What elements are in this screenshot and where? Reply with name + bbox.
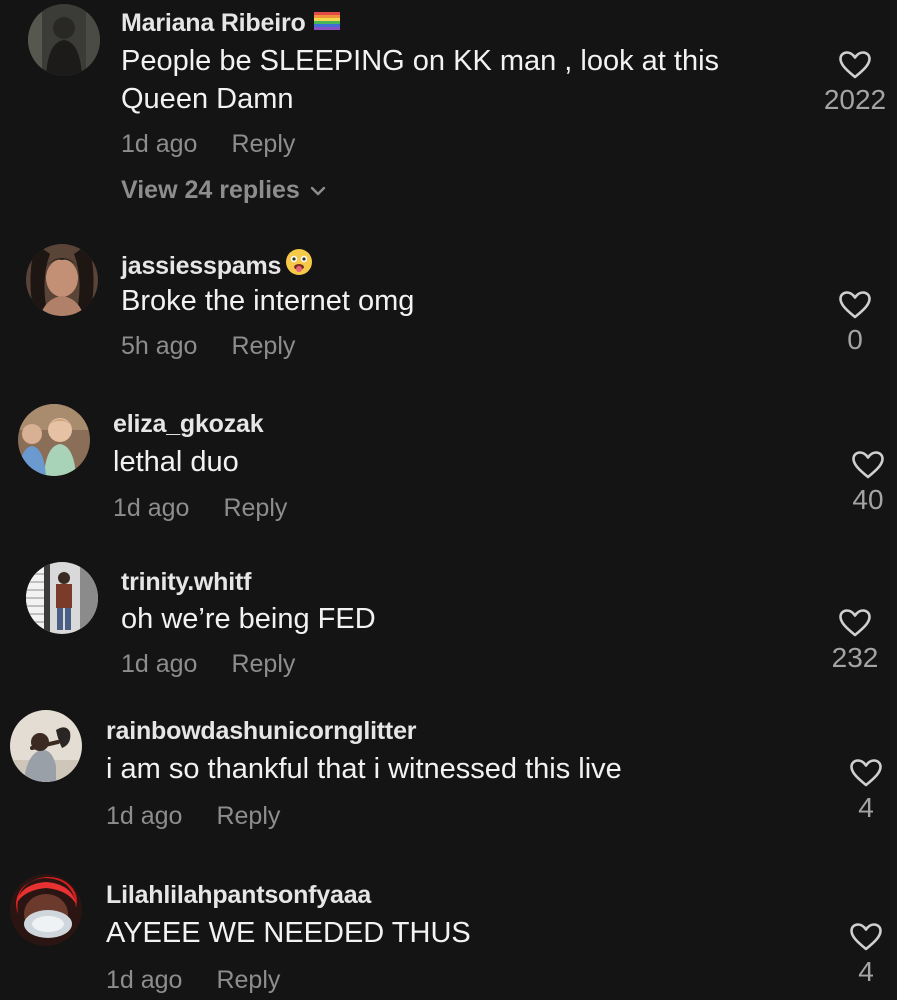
avatar[interactable] bbox=[10, 874, 82, 946]
avatar[interactable] bbox=[26, 244, 98, 316]
username-label[interactable]: trinity.whitf bbox=[121, 568, 251, 596]
comment-item: Mariana Ribeiro People be SLEEPING on KK… bbox=[0, 0, 897, 230]
like-control: 4 bbox=[821, 922, 897, 988]
avatar[interactable] bbox=[10, 710, 82, 782]
timestamp: 1d ago bbox=[106, 802, 183, 830]
comment-item: jassiesspams Broke the internet omg 5h a… bbox=[0, 240, 897, 370]
reply-button[interactable]: Reply bbox=[216, 966, 280, 994]
reply-button[interactable]: Reply bbox=[223, 494, 287, 522]
avatar[interactable] bbox=[18, 404, 90, 476]
like-count: 2022 bbox=[823, 84, 887, 115]
comment-item: eliza_gkozak lethal duo 1d ago Reply 40 bbox=[0, 400, 897, 530]
tongue-out-emoji-icon bbox=[285, 248, 313, 283]
comment-text-line: People be SLEEPING on KK man , look at t… bbox=[121, 45, 720, 77]
reply-button[interactable]: Reply bbox=[231, 332, 295, 360]
timestamp: 1d ago bbox=[113, 494, 190, 522]
username-label[interactable]: Lilahlilahpantsonfyaaa bbox=[106, 881, 371, 909]
like-control: 232 bbox=[810, 608, 897, 674]
comment-meta: 1d ago Reply bbox=[121, 130, 295, 159]
username[interactable]: eliza_gkozak bbox=[113, 410, 264, 439]
comment-item: rainbowdashunicornglitter i am so thankf… bbox=[0, 708, 897, 838]
heart-icon[interactable] bbox=[849, 922, 883, 952]
username-label[interactable]: Mariana Ribeiro bbox=[121, 9, 306, 37]
timestamp: 5h ago bbox=[121, 332, 198, 360]
comment-meta: 1d ago Reply bbox=[106, 802, 280, 831]
like-count: 40 bbox=[852, 484, 884, 515]
username-label[interactable]: rainbowdashunicornglitter bbox=[106, 717, 416, 745]
username[interactable]: Lilahlilahpantsonfyaaa bbox=[106, 881, 371, 910]
like-count: 4 bbox=[858, 792, 874, 823]
timestamp: 1d ago bbox=[121, 130, 198, 158]
heart-icon[interactable] bbox=[838, 608, 872, 638]
like-control: 0 bbox=[810, 290, 897, 356]
comment-text-line: oh we’re being FED bbox=[121, 603, 376, 635]
username[interactable]: jassiesspams bbox=[121, 248, 313, 285]
heart-icon[interactable] bbox=[838, 290, 872, 320]
heart-icon[interactable] bbox=[851, 450, 885, 480]
timestamp: 1d ago bbox=[106, 966, 183, 994]
view-replies-button[interactable]: View 24 replies bbox=[121, 176, 326, 205]
chevron-down-icon bbox=[310, 187, 326, 196]
like-count: 4 bbox=[858, 956, 874, 987]
comment-item: trinity.whitf oh we’re being FED 1d ago R… bbox=[0, 558, 897, 688]
comment-text: oh we’re being FED bbox=[121, 600, 376, 638]
comment-meta: 5h ago Reply bbox=[121, 332, 295, 361]
avatar[interactable] bbox=[26, 562, 98, 634]
reply-button[interactable]: Reply bbox=[231, 650, 295, 678]
like-count: 0 bbox=[847, 324, 863, 355]
like-control: 4 bbox=[821, 758, 897, 824]
comment-text-line: Broke the internet omg bbox=[121, 285, 415, 317]
like-control: 40 bbox=[823, 450, 897, 516]
comment-text: People be SLEEPING on KK man , look at t… bbox=[121, 42, 719, 118]
comment-meta: 1d ago Reply bbox=[121, 650, 295, 679]
avatar[interactable] bbox=[28, 4, 100, 76]
like-count: 232 bbox=[831, 642, 879, 673]
comment-text-line: lethal duo bbox=[113, 446, 239, 478]
comment-text: lethal duo bbox=[113, 443, 239, 481]
heart-icon[interactable] bbox=[838, 50, 872, 80]
username[interactable]: Mariana Ribeiro bbox=[121, 9, 340, 39]
comment-text-line: AYEEE WE NEEDED THUS bbox=[106, 917, 471, 949]
view-replies-label: View 24 replies bbox=[121, 176, 300, 204]
comment-meta: 1d ago Reply bbox=[113, 494, 287, 523]
comment-text: AYEEE WE NEEDED THUS bbox=[106, 914, 471, 952]
timestamp: 1d ago bbox=[121, 650, 198, 678]
reply-button[interactable]: Reply bbox=[231, 130, 295, 158]
comment-item: Lilahlilahpantsonfyaaa AYEEE WE NEEDED T… bbox=[0, 872, 897, 1000]
username-label[interactable]: jassiesspams bbox=[121, 252, 281, 280]
reply-button[interactable]: Reply bbox=[216, 802, 280, 830]
comment-text-line: i am so thankful that i witnessed this l… bbox=[106, 753, 622, 785]
comment-text: Broke the internet omg bbox=[121, 282, 414, 320]
rainbow-flag-icon bbox=[313, 8, 340, 37]
comment-text: i am so thankful that i witnessed this l… bbox=[106, 750, 622, 788]
username[interactable]: trinity.whitf bbox=[121, 568, 251, 597]
comment-text-line: Queen Damn bbox=[121, 83, 294, 115]
username[interactable]: rainbowdashunicornglitter bbox=[106, 717, 416, 746]
username-label[interactable]: eliza_gkozak bbox=[113, 410, 264, 438]
comment-meta: 1d ago Reply bbox=[106, 966, 280, 995]
like-control: 2022 bbox=[810, 50, 897, 116]
heart-icon[interactable] bbox=[849, 758, 883, 788]
